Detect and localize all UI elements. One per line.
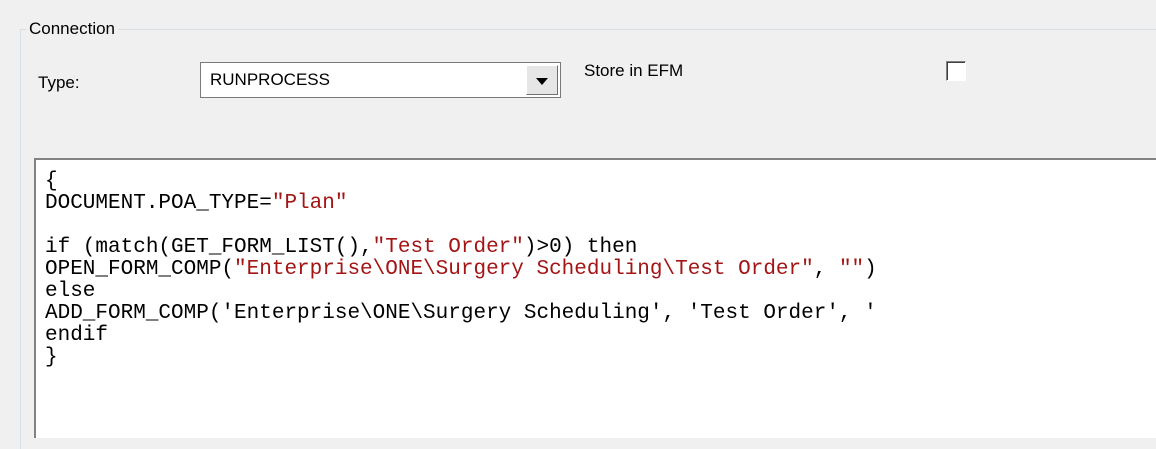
script-code: {DOCUMENT.POA_TYPE="Plan"if (match(GET_F… — [45, 171, 877, 369]
code-string-token: "Test Order" — [372, 236, 524, 259]
code-token: OPEN_FORM_COMP( — [45, 258, 235, 281]
code-line: ADD_FORM_COMP('Enterprise\ONE\Surgery Sc… — [45, 303, 877, 325]
code-token: endif — [45, 324, 109, 347]
code-token: ) — [864, 258, 877, 281]
code-line: DOCUMENT.POA_TYPE="Plan" — [45, 193, 877, 215]
code-line: else — [45, 281, 877, 303]
type-label: Type: — [38, 73, 80, 92]
type-dropdown-button[interactable] — [526, 65, 558, 95]
code-token: { — [45, 170, 58, 193]
code-token: if (match(GET_FORM_LIST(), — [45, 236, 373, 259]
code-line: OPEN_FORM_COMP("Enterprise\ONE\Surgery S… — [45, 259, 877, 281]
code-token: else — [45, 280, 96, 303]
script-editor[interactable]: {DOCUMENT.POA_TYPE="Plan"if (match(GET_F… — [34, 158, 1156, 438]
code-string-token: "Enterprise\ONE\Surgery Scheduling\Test … — [234, 258, 814, 281]
chevron-down-icon — [536, 77, 548, 85]
store-in-efm-checkbox[interactable] — [946, 61, 966, 81]
type-dropdown-value: RUNPROCESS — [210, 70, 330, 89]
store-in-efm-label: Store in EFM — [584, 61, 684, 80]
code-string-token: "Plan" — [271, 192, 348, 215]
type-dropdown[interactable]: RUNPROCESS — [200, 62, 561, 98]
code-token: )>0) then — [523, 236, 638, 259]
code-line: endif — [45, 325, 877, 347]
code-token: ADD_FORM_COMP('Enterprise\ONE\Surgery Sc… — [45, 302, 877, 325]
code-token: DOCUMENT.POA_TYPE= — [45, 192, 272, 215]
connection-group-title: Connection — [26, 18, 119, 40]
code-string-token: "" — [838, 258, 865, 281]
code-token: , — [813, 258, 839, 281]
code-line: } — [45, 347, 877, 369]
code-token: } — [45, 346, 58, 369]
code-line: if (match(GET_FORM_LIST(),"Test Order")>… — [45, 237, 877, 259]
code-line: { — [45, 171, 877, 193]
